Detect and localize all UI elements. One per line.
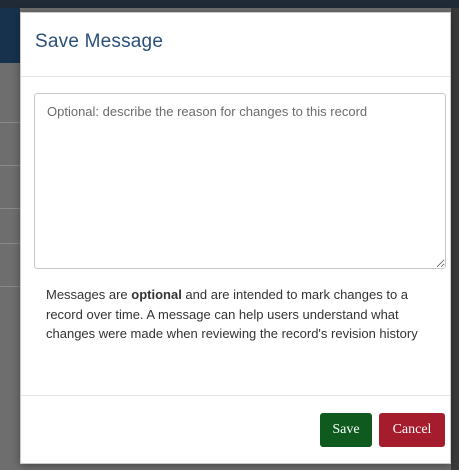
background-top-bar bbox=[0, 0, 459, 8]
save-message-dialog: Save Message Messages are optional and a… bbox=[20, 12, 451, 464]
background-right-edge bbox=[451, 8, 459, 470]
dialog-title: Save Message bbox=[35, 31, 164, 52]
background-nav-bar bbox=[0, 8, 20, 63]
dialog-header: Save Message bbox=[21, 13, 450, 77]
background-divider bbox=[0, 286, 20, 287]
background-divider bbox=[0, 165, 20, 166]
help-text-emphasis: optional bbox=[131, 287, 182, 302]
help-text-intro: Messages are bbox=[46, 287, 132, 302]
save-button[interactable]: Save bbox=[320, 413, 372, 447]
dialog-footer: Save Cancel bbox=[21, 395, 450, 463]
background-divider bbox=[0, 122, 20, 123]
message-textarea[interactable] bbox=[34, 93, 446, 269]
help-text: Messages are optional and are intended t… bbox=[34, 285, 437, 344]
background-divider bbox=[0, 243, 20, 244]
cancel-button[interactable]: Cancel bbox=[379, 413, 445, 447]
dialog-body: Messages are optional and are intended t… bbox=[21, 77, 450, 344]
background-divider bbox=[0, 208, 20, 209]
